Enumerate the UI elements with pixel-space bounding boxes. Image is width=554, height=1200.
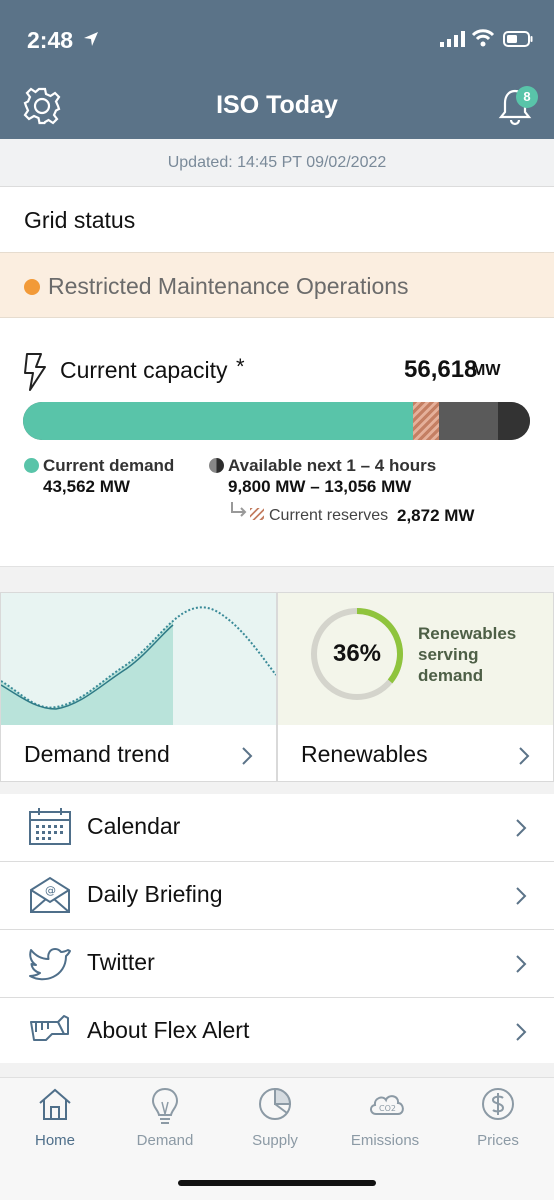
renewables-label: Renewables <box>301 741 428 767</box>
grid-status-heading: Grid status <box>24 207 136 233</box>
app-title: ISO Today <box>216 91 338 119</box>
email-envelope-icon: @ <box>30 876 70 913</box>
updated-timestamp: Updated: 14:45 PT 09/02/2022 <box>167 154 387 171</box>
wifi-icon <box>471 29 495 47</box>
tab-demand[interactable]: Demand <box>110 1078 220 1158</box>
chevron-right-icon <box>516 955 527 973</box>
pie-chart-icon <box>259 1087 292 1120</box>
menu-item-label: Calendar <box>87 813 181 839</box>
current-reserves-label: Current reserves <box>269 507 389 524</box>
menu-item-calendar[interactable]: Calendar <box>0 794 554 862</box>
status-dot-icon <box>24 279 40 295</box>
tab-emissions[interactable]: CO2 Emissions <box>330 1078 440 1158</box>
notification-count-badge[interactable]: 8 <box>516 86 538 108</box>
current-capacity-label: Current capacity <box>60 357 228 383</box>
available-value: 9,800 MW – 13,056 MW <box>228 477 412 496</box>
renewables-percent: 36% <box>332 640 382 667</box>
current-demand-label: Current demand <box>43 456 175 475</box>
chevron-right-icon <box>519 747 530 765</box>
status-time: 2:48 <box>27 27 74 53</box>
demand-legend-dot <box>24 458 39 473</box>
twitter-bird-icon <box>29 948 71 981</box>
lightbulb-icon <box>151 1087 179 1124</box>
capacity-bar <box>23 402 530 440</box>
renewables-tile[interactable]: 36% Renewables serving demand Renewables <box>277 592 554 782</box>
home-indicator <box>178 1180 376 1186</box>
tab-home[interactable]: Home <box>0 1078 110 1158</box>
menu-item-label: Twitter <box>87 949 155 975</box>
grid-status-banner[interactable]: Restricted Maintenance Operations <box>0 252 554 318</box>
capacity-unit: MW <box>472 362 501 379</box>
tab-label: Emissions <box>350 1132 420 1149</box>
available-legend-dot <box>209 458 224 473</box>
updated-bar: Updated: 14:45 PT 09/02/2022 <box>0 139 554 187</box>
renewables-caption: Renewables serving demand <box>418 624 517 685</box>
co2-cloud-icon: CO2 <box>370 1095 404 1115</box>
battery-icon <box>503 31 533 47</box>
home-icon <box>39 1088 71 1120</box>
reserve-arrow-icon <box>231 502 247 517</box>
dollar-icon <box>482 1088 514 1120</box>
current-reserves-value: 2,872 MW <box>397 506 475 525</box>
capacity-bar-available <box>439 402 498 440</box>
calendar-icon <box>29 808 71 845</box>
menu-item-about-flex-alert[interactable]: About Flex Alert <box>0 998 554 1066</box>
capacity-bar-available-upper <box>498 402 530 440</box>
tab-label: Home <box>34 1132 75 1149</box>
section-divider <box>0 782 554 794</box>
menu-item-daily-briefing[interactable]: @ Daily Briefing <box>0 862 554 930</box>
chevron-right-icon <box>242 747 253 765</box>
capacity-bar-reserves <box>413 402 439 440</box>
chevron-right-icon <box>516 819 527 837</box>
capacity-bar-demand <box>23 402 413 440</box>
menu-item-label: About Flex Alert <box>87 1017 250 1043</box>
section-divider <box>0 1063 554 1077</box>
svg-text:CO2: CO2 <box>379 1104 396 1113</box>
tab-label: Demand <box>136 1132 194 1149</box>
tab-label: Prices <box>477 1132 519 1149</box>
tab-label: Supply <box>252 1132 298 1149</box>
menu-item-twitter[interactable]: Twitter <box>0 930 554 998</box>
renewables-panel: 36% Renewables serving demand <box>278 593 553 725</box>
reserves-hatch-icon <box>250 508 264 520</box>
tab-prices[interactable]: Prices <box>443 1078 553 1158</box>
demand-trend-chart <box>0 593 277 725</box>
cell-signal-icon <box>440 31 465 47</box>
chevron-right-icon <box>516 887 527 905</box>
tab-supply[interactable]: Supply <box>220 1078 330 1158</box>
demand-trend-sparkline <box>0 606 277 725</box>
available-label: Available next 1 – 4 hours <box>228 456 437 475</box>
demand-trend-tile[interactable]: Demand trend <box>0 592 277 782</box>
section-divider <box>0 566 554 592</box>
app-header: 2:48 ISO Today 8 <box>0 0 554 139</box>
lightning-bolt-icon <box>24 353 46 391</box>
svg-text:@: @ <box>45 884 56 897</box>
demand-trend-label: Demand trend <box>24 741 170 767</box>
current-demand-value: 43,562 MW <box>43 477 130 496</box>
location-arrow-icon <box>84 32 98 46</box>
grid-status-text: Restricted Maintenance Operations <box>48 273 409 299</box>
chevron-right-icon <box>516 1023 527 1041</box>
flex-alert-hand-icon <box>30 1015 69 1041</box>
current-capacity-value: 56,618 <box>404 356 478 383</box>
capacity-asterisk: * <box>236 354 245 379</box>
menu-item-label: Daily Briefing <box>87 881 223 907</box>
